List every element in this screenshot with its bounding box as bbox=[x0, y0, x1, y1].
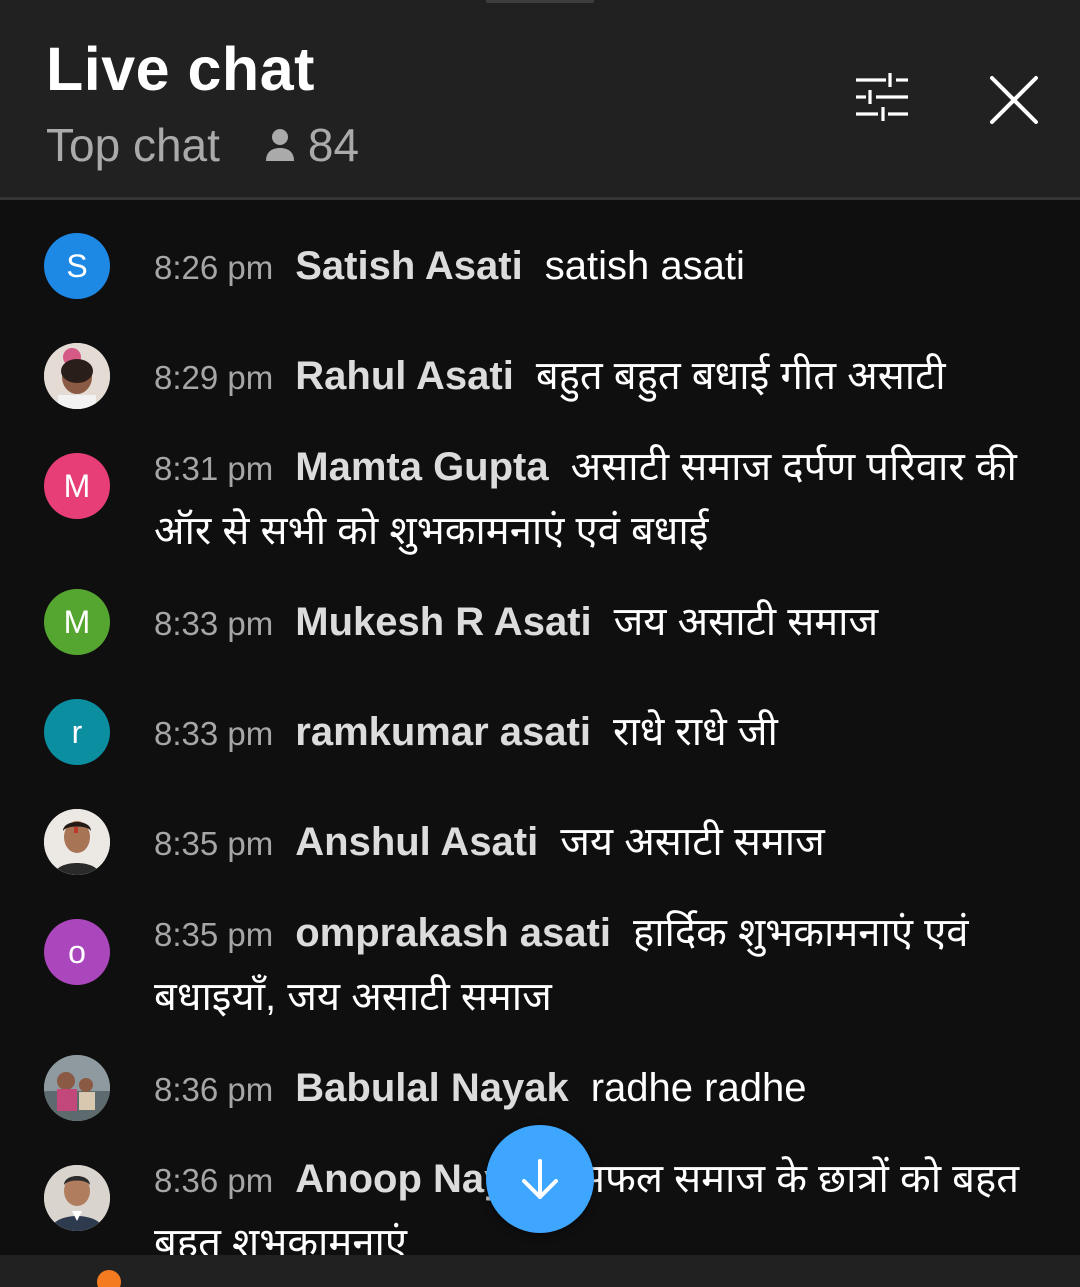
close-icon[interactable] bbox=[984, 70, 1044, 130]
chat-input-bar bbox=[0, 1255, 1080, 1287]
avatar-letter: S bbox=[66, 247, 88, 284]
live-chat-panel: Live chat Top chat 84 S 8:26 pm Satish A… bbox=[0, 0, 1080, 1287]
avatar[interactable] bbox=[44, 343, 110, 409]
person-icon bbox=[265, 129, 294, 161]
man-photo-avatar bbox=[44, 809, 110, 875]
message-author[interactable]: Babulal Nayak bbox=[295, 1066, 568, 1110]
message-time: 8:35 pm bbox=[154, 916, 274, 953]
message-author[interactable]: Mukesh R Asati bbox=[295, 600, 591, 644]
chat-mode-selector[interactable]: Top chat bbox=[46, 118, 220, 172]
message-time: 8:29 pm bbox=[154, 359, 274, 396]
man-suit-photo-avatar bbox=[44, 1165, 110, 1231]
avatar[interactable]: o bbox=[44, 919, 110, 985]
message-time: 8:36 pm bbox=[154, 1071, 274, 1108]
message-time: 8:35 pm bbox=[154, 825, 274, 862]
viewer-count-value: 84 bbox=[307, 119, 360, 171]
child-photo-avatar bbox=[44, 343, 110, 409]
family-photo-avatar bbox=[44, 1055, 110, 1121]
message-time: 8:33 pm bbox=[154, 715, 274, 752]
message-text: असाटी समाज दर्पण परिवार की ऑर से सभी को … bbox=[154, 445, 1017, 553]
message-text: जय असाटी समाज bbox=[560, 820, 825, 864]
chat-subtitle: Top chat 84 bbox=[46, 118, 359, 172]
chat-title: Live chat bbox=[46, 35, 315, 103]
message-author[interactable]: Rahul Asati bbox=[295, 354, 514, 398]
user-avatar-dot[interactable] bbox=[97, 1270, 121, 1287]
avatar-letter: r bbox=[71, 713, 83, 750]
message-author[interactable]: Satish Asati bbox=[295, 244, 522, 288]
message-time: 8:33 pm bbox=[154, 605, 274, 642]
message-author[interactable]: Mamta Gupta bbox=[295, 445, 548, 489]
message-author[interactable]: omprakash asati bbox=[295, 911, 611, 955]
drag-handle[interactable] bbox=[486, 0, 594, 3]
viewer-count: 84 bbox=[264, 118, 359, 172]
avatar[interactable]: r bbox=[44, 699, 110, 765]
message-time: 8:26 pm bbox=[154, 249, 274, 286]
message-author[interactable]: Anoop Nay bbox=[295, 1157, 506, 1201]
message-text: बहुत बहुत बधाई गीत असाटी bbox=[535, 354, 946, 398]
message-author[interactable]: ramkumar asati bbox=[295, 710, 591, 754]
message-author[interactable]: Anshul Asati bbox=[295, 820, 538, 864]
avatar[interactable]: M bbox=[44, 453, 110, 519]
message-text: satish asati bbox=[544, 244, 745, 288]
avatar-letter: o bbox=[68, 933, 86, 970]
avatar[interactable] bbox=[44, 809, 110, 875]
avatar[interactable]: M bbox=[44, 589, 110, 655]
avatar-letter: M bbox=[63, 467, 91, 504]
tune-sliders-icon[interactable] bbox=[852, 70, 912, 124]
avatar[interactable] bbox=[44, 1055, 110, 1121]
message-text: radhe radhe bbox=[590, 1066, 807, 1110]
avatar-letter: M bbox=[63, 603, 91, 640]
message-time: 8:36 pm bbox=[154, 1162, 274, 1199]
message-time: 8:31 pm bbox=[154, 450, 274, 487]
avatar[interactable]: S bbox=[44, 233, 110, 299]
chat-header: Live chat Top chat 84 bbox=[0, 0, 1080, 200]
message-text: जय असाटी समाज bbox=[613, 600, 879, 644]
message-text: राधे राधे जी bbox=[612, 710, 778, 754]
scroll-to-bottom-button[interactable] bbox=[486, 1125, 594, 1233]
arrow-down-icon bbox=[522, 1159, 558, 1199]
avatar[interactable] bbox=[44, 1165, 110, 1231]
